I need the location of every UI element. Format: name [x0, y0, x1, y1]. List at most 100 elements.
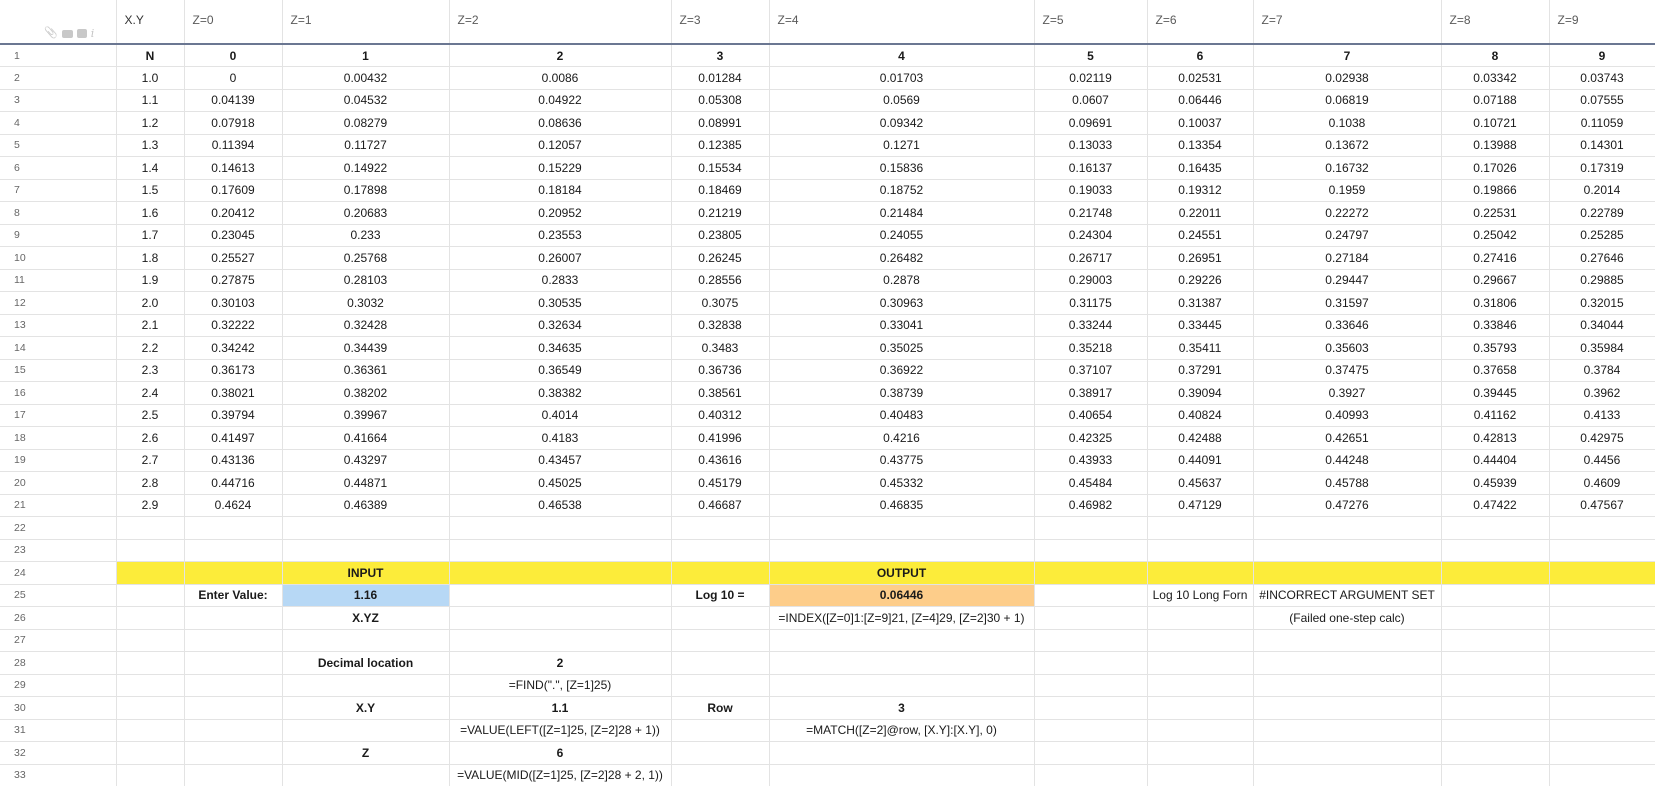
log-label[interactable]: Log 10 =: [671, 584, 770, 607]
row-number[interactable]: 2: [0, 66, 117, 90]
log-cell[interactable]: 0.23553: [449, 224, 672, 247]
row-number[interactable]: 11: [0, 269, 117, 292]
log-cell[interactable]: 0.38739: [769, 381, 1035, 405]
log-cell[interactable]: 0.13672: [1253, 134, 1442, 157]
empty-cell[interactable]: [184, 606, 283, 630]
empty-cell[interactable]: [1441, 719, 1550, 742]
log-cell[interactable]: 0.0569: [769, 89, 1035, 112]
row-number[interactable]: 5: [0, 134, 117, 157]
empty-cell[interactable]: [671, 629, 770, 652]
empty-cell[interactable]: [184, 674, 283, 697]
log-cell[interactable]: 0.4609: [1549, 471, 1655, 495]
empty-cell[interactable]: [1034, 561, 1148, 585]
empty-cell[interactable]: [116, 696, 185, 720]
decimal-location-formula[interactable]: =FIND(".", [Z=1]25): [449, 674, 672, 697]
empty-cell[interactable]: [449, 516, 672, 540]
log-cell[interactable]: 0.233: [282, 224, 450, 247]
header-cell[interactable]: 7: [1253, 44, 1442, 67]
empty-cell[interactable]: [116, 651, 185, 675]
empty-cell[interactable]: [116, 674, 185, 697]
empty-cell[interactable]: [1147, 674, 1254, 697]
log-cell[interactable]: 0.32222: [184, 314, 283, 337]
empty-cell[interactable]: [769, 651, 1035, 675]
header-cell[interactable]: 8: [1441, 44, 1550, 67]
empty-cell[interactable]: [1147, 629, 1254, 652]
log-cell[interactable]: 0.34439: [282, 336, 450, 360]
row-number[interactable]: 29: [0, 674, 117, 697]
log-cell[interactable]: 0.09691: [1034, 111, 1148, 135]
log-cell[interactable]: 0.19033: [1034, 179, 1148, 202]
row-number[interactable]: 12: [0, 291, 117, 315]
empty-cell[interactable]: [1253, 539, 1442, 562]
log-cell[interactable]: 0.17319: [1549, 156, 1655, 180]
empty-cell[interactable]: [1147, 539, 1254, 562]
empty-cell[interactable]: [1147, 606, 1254, 630]
header-cell[interactable]: 0: [184, 44, 283, 67]
row-number[interactable]: 13: [0, 314, 117, 337]
log-cell[interactable]: 0.22531: [1441, 201, 1550, 225]
z-label[interactable]: Z: [282, 741, 450, 765]
row-label[interactable]: Row: [671, 696, 770, 720]
empty-cell[interactable]: [769, 764, 1035, 786]
log-cell[interactable]: 0.45939: [1441, 471, 1550, 495]
empty-cell[interactable]: [1253, 741, 1442, 765]
log-cell[interactable]: 0.31597: [1253, 291, 1442, 315]
xy-label[interactable]: X.Y: [282, 696, 450, 720]
log-cell[interactable]: 0.26951: [1147, 246, 1254, 270]
log-cell[interactable]: 0.4456: [1549, 449, 1655, 472]
row-number[interactable]: 26: [0, 606, 117, 630]
xy-formula[interactable]: =VALUE(LEFT([Z=1]25, [Z=2]28 + 1)): [449, 719, 672, 742]
log-cell[interactable]: 0.13354: [1147, 134, 1254, 157]
log-cell[interactable]: 0.16732: [1253, 156, 1442, 180]
log-cell[interactable]: 0.42325: [1034, 426, 1148, 450]
row-number[interactable]: 24: [0, 561, 117, 585]
log-cell[interactable]: 0.13033: [1034, 134, 1148, 157]
log-cell[interactable]: 0.15534: [671, 156, 770, 180]
log-cell[interactable]: 0.16435: [1147, 156, 1254, 180]
empty-cell[interactable]: [184, 696, 283, 720]
header-cell[interactable]: 9: [1549, 44, 1655, 67]
empty-cell[interactable]: [1441, 584, 1550, 607]
log-cell[interactable]: 0.44716: [184, 471, 283, 495]
log-cell[interactable]: 0.03743: [1549, 66, 1655, 90]
log-cell[interactable]: 0.40312: [671, 404, 770, 427]
xy-cell[interactable]: 1.6: [116, 201, 185, 225]
log-cell[interactable]: 0.43136: [184, 449, 283, 472]
log-formula[interactable]: =INDEX([Z=0]1:[Z=9]21, [Z=4]29, [Z=2]30 …: [769, 606, 1035, 630]
empty-cell[interactable]: [769, 516, 1035, 540]
log-cell[interactable]: 0.15836: [769, 156, 1035, 180]
empty-cell[interactable]: [184, 516, 283, 540]
log-cell[interactable]: 0.05308: [671, 89, 770, 112]
log-cell[interactable]: 0.45788: [1253, 471, 1442, 495]
log-cell[interactable]: 0.31387: [1147, 291, 1254, 315]
log-cell[interactable]: 0.25285: [1549, 224, 1655, 247]
row-number[interactable]: 32: [0, 741, 117, 765]
log-cell[interactable]: 0.32838: [671, 314, 770, 337]
log-cell[interactable]: 0.38021: [184, 381, 283, 405]
log-cell[interactable]: 0.30535: [449, 291, 672, 315]
log-cell[interactable]: 0.11059: [1549, 111, 1655, 135]
log-cell[interactable]: 0.08636: [449, 111, 672, 135]
empty-cell[interactable]: [1147, 719, 1254, 742]
log-cell[interactable]: 0.01284: [671, 66, 770, 90]
log-cell[interactable]: 0.27416: [1441, 246, 1550, 270]
row-number[interactable]: 19: [0, 449, 117, 472]
row-number[interactable]: 8: [0, 201, 117, 225]
log-cell[interactable]: 0.10721: [1441, 111, 1550, 135]
row-number[interactable]: 3: [0, 89, 117, 112]
empty-cell[interactable]: [449, 606, 672, 630]
empty-cell[interactable]: [1549, 516, 1655, 540]
header-cell[interactable]: N: [116, 44, 185, 67]
column-header[interactable]: Z=3: [671, 0, 770, 45]
row-number[interactable]: 4: [0, 111, 117, 135]
log-cell[interactable]: 0.19866: [1441, 179, 1550, 202]
log-cell[interactable]: 0.40654: [1034, 404, 1148, 427]
log-cell[interactable]: 0.34635: [449, 336, 672, 360]
header-cell[interactable]: 4: [769, 44, 1035, 67]
empty-cell[interactable]: [1034, 719, 1148, 742]
log-cell[interactable]: 0.33244: [1034, 314, 1148, 337]
log-cell[interactable]: 0.1271: [769, 134, 1035, 157]
log-cell[interactable]: 0.3032: [282, 291, 450, 315]
xy-cell[interactable]: 2.1: [116, 314, 185, 337]
xy-cell[interactable]: 1.9: [116, 269, 185, 292]
